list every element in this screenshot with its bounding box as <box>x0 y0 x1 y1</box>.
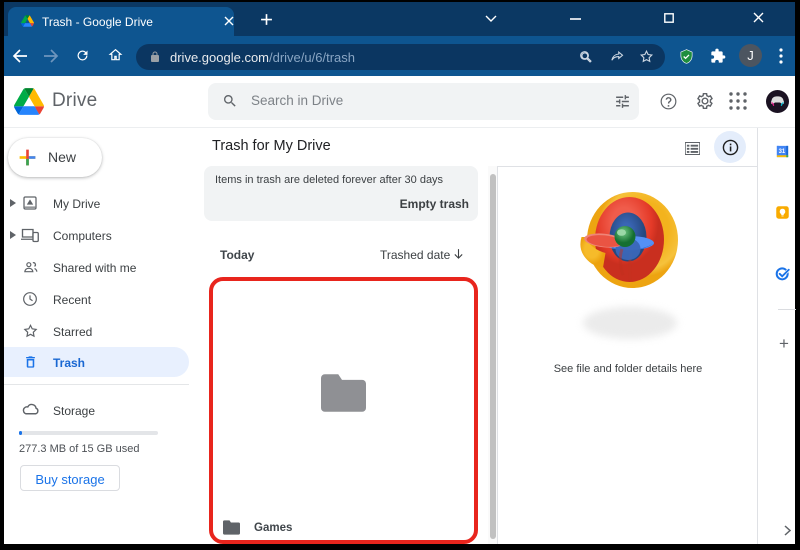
svg-text:31: 31 <box>779 149 786 155</box>
